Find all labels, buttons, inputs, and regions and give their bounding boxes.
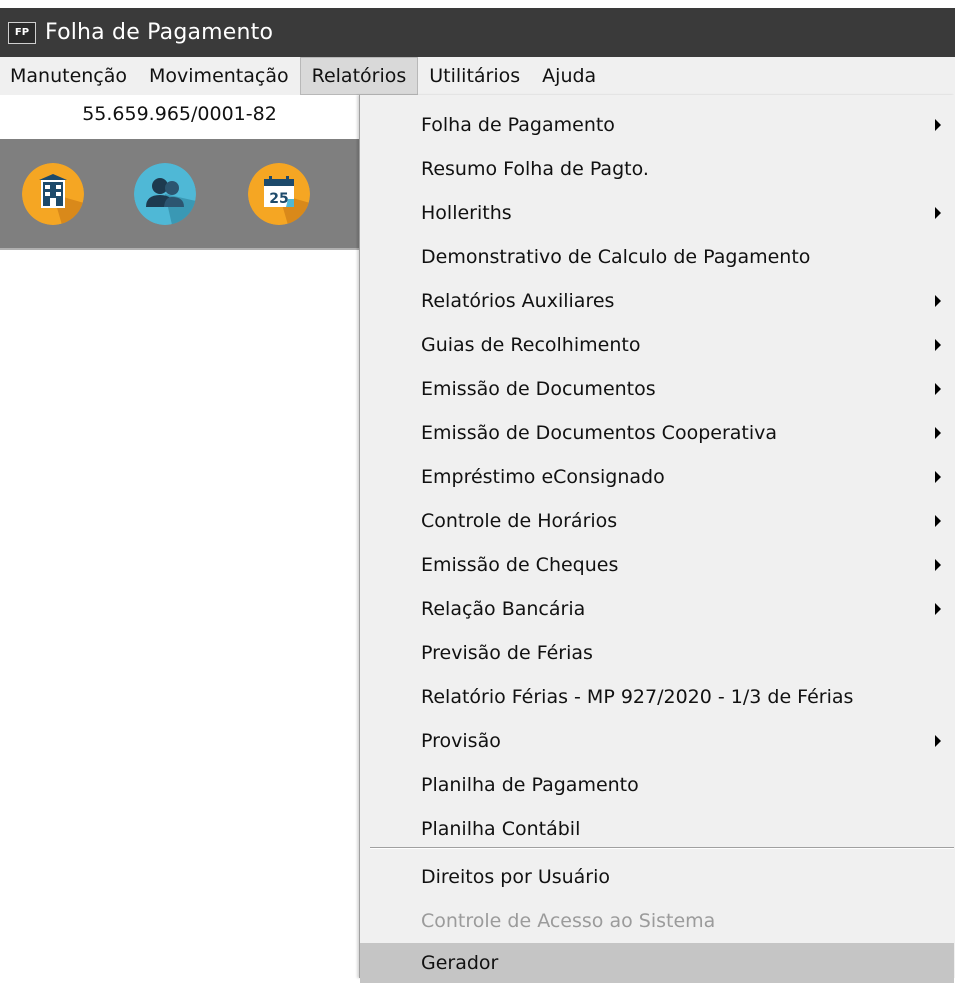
calendar-icon[interactable]: 25 [248, 163, 310, 225]
menuitem-label: Resumo Folha de Pagto. [421, 158, 649, 180]
relatorios-dropdown-menu: Folha de Pagamento Resumo Folha de Pagto… [359, 95, 955, 983]
menuitem-label: Direitos por Usuário [421, 866, 611, 888]
menuitem-resumo-folha[interactable]: Resumo Folha de Pagto. [360, 147, 954, 191]
employees-users-icon[interactable] [134, 163, 196, 225]
menuitem-label: Controle de Acesso ao Sistema [421, 910, 716, 932]
menuitem-label: Previsão de Férias [421, 642, 593, 664]
menuitem-relatorio-ferias-mp927[interactable]: Relatório Férias - MP 927/2020 - 1/3 de … [360, 675, 954, 719]
submenu-arrow-icon [935, 119, 941, 131]
menuitem-planilha-pagamento[interactable]: Planilha de Pagamento [360, 763, 954, 807]
submenu-arrow-icon [935, 471, 941, 483]
menuitem-label: Emissão de Cheques [421, 554, 619, 576]
menuitem-label: Relatórios Auxiliares [421, 290, 615, 312]
menuitem-label: Planilha Contábil [421, 818, 581, 840]
menuitem-label: Emissão de Documentos Cooperativa [421, 422, 778, 444]
company-building-icon[interactable] [22, 163, 84, 225]
menuitem-label: Guias de Recolhimento [421, 334, 641, 356]
menu-utilitarios[interactable]: Utilitários [418, 57, 531, 95]
menuitem-provisao[interactable]: Provisão [360, 719, 954, 763]
submenu-arrow-icon [935, 383, 941, 395]
menubar: Manutenção Movimentação Relatórios Utili… [0, 57, 955, 95]
menuitem-label: Provisão [421, 730, 501, 752]
menuitem-label: Empréstimo eConsignado [421, 466, 665, 488]
app-icon: FP [8, 21, 36, 44]
menu-manutencao[interactable]: Manutenção [0, 57, 138, 95]
menuitem-emissao-documentos[interactable]: Emissão de Documentos [360, 367, 954, 411]
menuitem-emprestimo-econsignado[interactable]: Empréstimo eConsignado [360, 455, 954, 499]
submenu-arrow-icon [935, 427, 941, 439]
menuitem-folha-de-pagamento[interactable]: Folha de Pagamento [360, 103, 954, 147]
menuitem-emissao-cheques[interactable]: Emissão de Cheques [360, 543, 954, 587]
menuitem-gerador[interactable]: Gerador [360, 943, 954, 983]
menuitem-label: Gerador [421, 952, 499, 974]
menuitem-label: Holleriths [421, 202, 512, 224]
menuitem-label: Relação Bancária [421, 598, 586, 620]
menu-relatorios[interactable]: Relatórios [299, 57, 419, 95]
menuitem-planilha-contabil[interactable]: Planilha Contábil [360, 807, 954, 851]
menuitem-relacao-bancaria[interactable]: Relação Bancária [360, 587, 954, 631]
submenu-arrow-icon [935, 207, 941, 219]
menuitem-emissao-documentos-cooperativa[interactable]: Emissão de Documentos Cooperativa [360, 411, 954, 455]
menuitem-label: Demonstrativo de Calculo de Pagamento [421, 246, 811, 268]
window-title: Folha de Pagamento [45, 20, 274, 45]
submenu-arrow-icon [935, 515, 941, 527]
toolbar-icon-strip: 25 [0, 139, 359, 250]
menuitem-label: Planilha de Pagamento [421, 774, 639, 796]
menuitem-direitos-usuario[interactable]: Direitos por Usuário [360, 855, 954, 899]
menuitem-label: Folha de Pagamento [421, 114, 615, 136]
menu-movimentacao[interactable]: Movimentação [138, 57, 300, 95]
menuitem-label: Controle de Horários [421, 510, 618, 532]
menuitem-controle-acesso: Controle de Acesso ao Sistema [360, 899, 954, 943]
menu-ajuda[interactable]: Ajuda [531, 57, 607, 95]
menuitem-demonstrativo-calculo[interactable]: Demonstrativo de Calculo de Pagamento [360, 235, 954, 279]
calendar-day-text: 25 [269, 191, 288, 207]
menuitem-holleriths[interactable]: Holleriths [360, 191, 954, 235]
window-titlebar: FP Folha de Pagamento [0, 0, 955, 57]
menuitem-label: Relatório Férias - MP 927/2020 - 1/3 de … [421, 686, 854, 708]
submenu-arrow-icon [935, 735, 941, 747]
submenu-arrow-icon [935, 603, 941, 615]
submenu-arrow-icon [935, 339, 941, 351]
submenu-arrow-icon [935, 559, 941, 571]
menuitem-previsao-ferias[interactable]: Previsão de Férias [360, 631, 954, 675]
submenu-arrow-icon [935, 295, 941, 307]
menu-separator [370, 847, 954, 849]
menuitem-controle-horarios[interactable]: Controle de Horários [360, 499, 954, 543]
menuitem-guias-recolhimento[interactable]: Guias de Recolhimento [360, 323, 954, 367]
company-cnpj: 55.659.965/0001-82 [0, 95, 359, 133]
menuitem-label: Emissão de Documentos [421, 378, 656, 400]
menuitem-relatorios-auxiliares[interactable]: Relatórios Auxiliares [360, 279, 954, 323]
